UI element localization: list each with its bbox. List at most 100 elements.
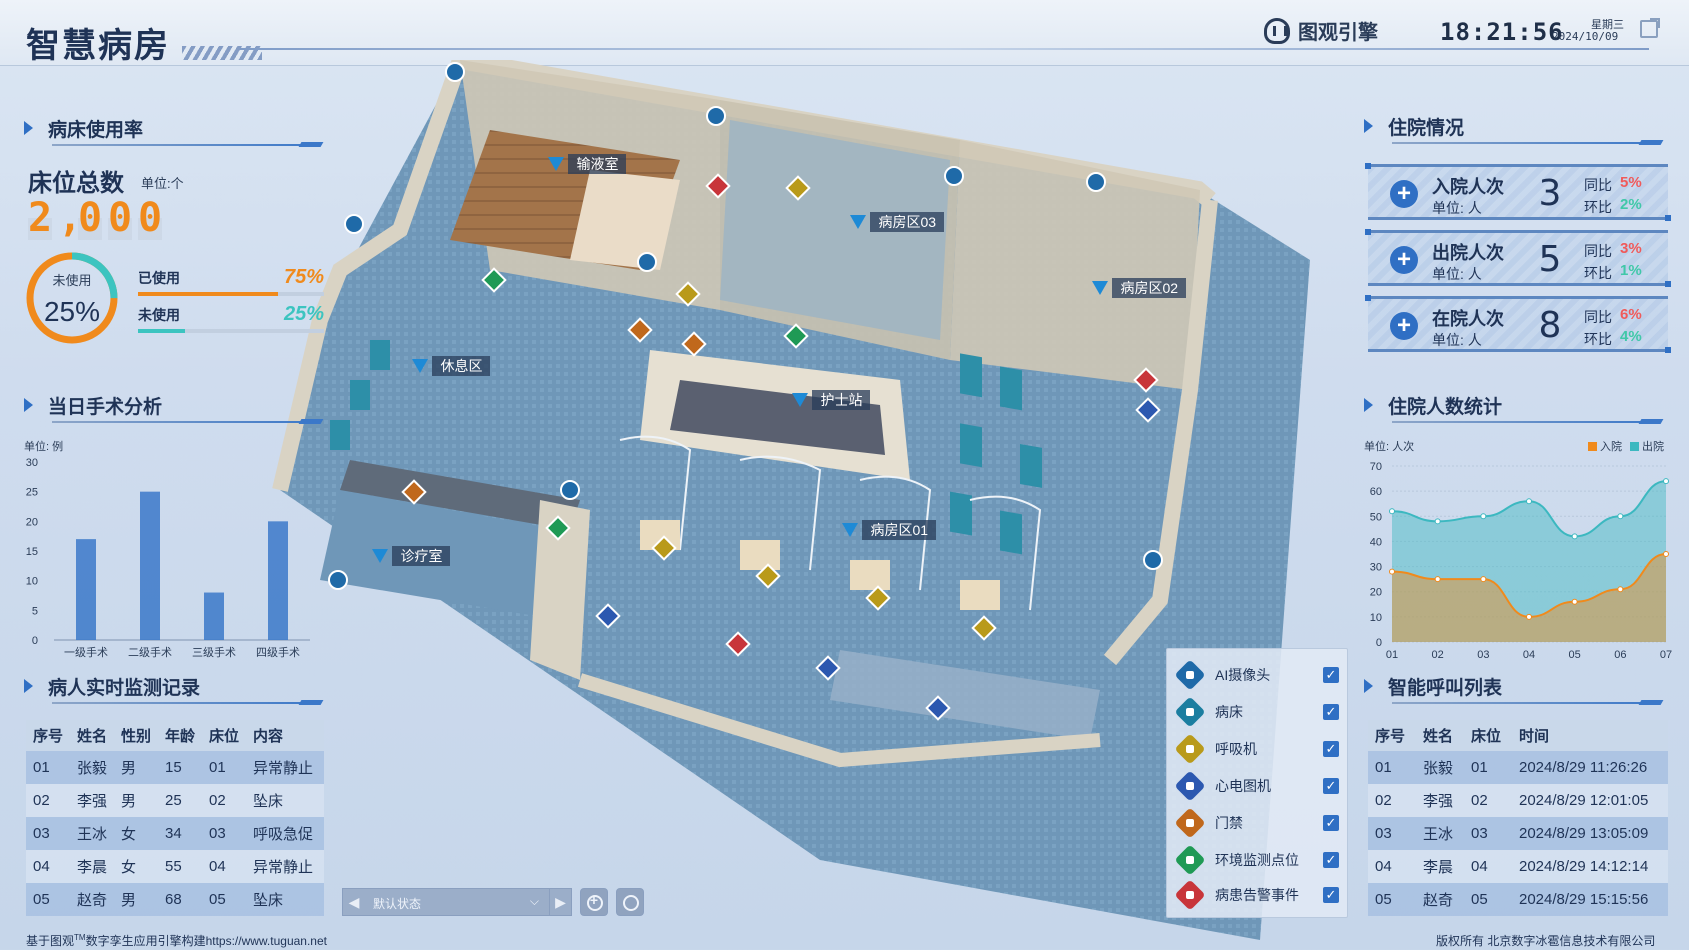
- area-label-clinic-room[interactable]: 诊疗室: [372, 546, 451, 566]
- digit: 0: [78, 195, 103, 241]
- table-row[interactable]: 02 李强 02 2024/8/29 12:01:05: [1368, 784, 1668, 817]
- stat-card-admission: + 入院人次 单位: 人 3 同比 5% 环比 2%: [1365, 163, 1671, 221]
- area-label-nurse-station[interactable]: 护士站: [792, 390, 871, 410]
- section-underline: [52, 702, 318, 704]
- chevron-right-icon: [1364, 396, 1376, 414]
- cell: 男: [114, 784, 158, 817]
- area-label-infusion[interactable]: 输液室: [548, 154, 627, 174]
- legend-checkbox[interactable]: ✓: [1323, 815, 1339, 831]
- table-row[interactable]: 04 李晨女 55 04 异常静止: [26, 850, 324, 883]
- table-header-row: 序号 姓名 性别 年龄 床位 内容: [26, 720, 324, 751]
- ecg-icon: [1174, 770, 1206, 802]
- mom-value: 4%: [1620, 328, 1642, 345]
- section-header-hospitalization: 住院情况: [1364, 111, 1464, 141]
- table-row[interactable]: 01 张毅 01 2024/8/29 11:26:26: [1368, 751, 1668, 784]
- cell: 2024/8/29 12:01:05: [1512, 784, 1668, 817]
- mom-label: 环比: [1584, 199, 1612, 215]
- x-tick-label: 二级手术: [128, 645, 172, 659]
- y-tick-label: 20: [1370, 587, 1382, 599]
- table-row[interactable]: 02 李强男 25 02 坠床: [26, 784, 324, 817]
- y-tick-label: 40: [1370, 536, 1382, 548]
- table-row[interactable]: 03 王冰 03 2024/8/29 13:05:09: [1368, 817, 1668, 850]
- area-label-ward-02[interactable]: 病房区02: [1092, 278, 1187, 298]
- cell: 05: [202, 883, 246, 916]
- area-label-rest-area[interactable]: 休息区: [412, 356, 491, 376]
- legend-item-ecg[interactable]: 心电图机 ✓: [1174, 770, 1339, 802]
- yoy-label: 同比: [1584, 177, 1612, 193]
- chevron-right-icon[interactable]: ▶: [549, 889, 571, 915]
- app-title: 智慧病房: [26, 27, 170, 65]
- legend-item-bed[interactable]: 病床 ✓: [1174, 696, 1339, 728]
- cell: 03: [26, 817, 70, 850]
- legend-checkbox[interactable]: ✓: [1323, 704, 1339, 720]
- cell: 01: [1368, 751, 1416, 784]
- ward-3d-scene[interactable]: [260, 51, 1320, 950]
- section-title: 住院人数统计: [1388, 396, 1503, 418]
- table-row[interactable]: 03 王冰女 34 03 呼吸急促: [26, 817, 324, 850]
- table-row[interactable]: 05 赵奇男 68 05 坠床: [26, 883, 324, 916]
- exit-fullscreen-icon[interactable]: [1640, 18, 1660, 38]
- cell: 男: [114, 883, 158, 916]
- data-point: [1617, 586, 1624, 593]
- legend-checkbox[interactable]: ✓: [1323, 778, 1339, 794]
- y-tick-label: 0: [1376, 637, 1382, 649]
- legend-item-ventilator[interactable]: 呼吸机 ✓: [1174, 733, 1339, 765]
- legend-item-camera[interactable]: AI摄像头 ✓: [1174, 659, 1339, 691]
- col-header: 内容: [246, 720, 324, 751]
- header-bar: 智慧病房 图观引擎 18:21:56 星期三 2024/10/09: [0, 0, 1689, 66]
- ring-value: 25%: [43, 296, 101, 327]
- legend-item-environment[interactable]: 环境监测点位 ✓: [1174, 844, 1339, 876]
- chevron-down-icon[interactable]: ⌵: [530, 894, 539, 909]
- legend-label: 心电图机: [1215, 778, 1271, 794]
- cell: 李晨: [1416, 850, 1464, 883]
- legend-checkbox[interactable]: ✓: [1323, 741, 1339, 757]
- plus-icon: +: [1390, 180, 1418, 208]
- cell: 赵奇: [1416, 883, 1464, 916]
- x-tick-label: 01: [1386, 649, 1398, 661]
- legend-swatch: [1630, 442, 1639, 451]
- chevron-left-icon[interactable]: ◀: [343, 889, 365, 915]
- stat-count: 5: [1538, 239, 1562, 280]
- reset-view-button[interactable]: [616, 888, 644, 916]
- footer-credit-link[interactable]: 数字孪生应用引擎构建https://www.tuguan.net: [86, 934, 327, 948]
- mom-label: 环比: [1584, 331, 1612, 347]
- area-label-text: 病房区03: [870, 212, 945, 232]
- chevron-right-icon: [24, 119, 36, 137]
- view-state-selector[interactable]: ◀ 默认状态 ⌵ ▶: [342, 888, 572, 916]
- location-pin-icon: [412, 359, 428, 373]
- table-row[interactable]: 04 李晨 04 2024/8/29 14:12:14: [1368, 850, 1668, 883]
- cell: 李强: [70, 784, 114, 817]
- table-row[interactable]: 05 赵奇 05 2024/8/29 15:15:56: [1368, 883, 1668, 916]
- ventilator-icon: [1174, 733, 1206, 765]
- environment-sensor-icon: [1174, 844, 1206, 876]
- cell: 05: [26, 883, 70, 916]
- legend-label: 门禁: [1215, 815, 1243, 831]
- chevron-right-icon: [1364, 677, 1376, 695]
- data-point: [1526, 498, 1532, 505]
- inpatient-area-chart: 单位: 人次 0 10 20 30 40 50 60 70 01 02 03 04 05 06 07 入院 出院: [1364, 439, 1672, 661]
- yoy-value: 6%: [1620, 306, 1642, 323]
- legend-checkbox[interactable]: ✓: [1323, 887, 1339, 903]
- data-point: [1389, 508, 1395, 515]
- area-label-ward-03[interactable]: 病房区03: [850, 212, 945, 232]
- mom-value: 2%: [1620, 196, 1642, 213]
- brand-name: 图观引擎: [1298, 22, 1378, 44]
- legend-checkbox[interactable]: ✓: [1323, 667, 1339, 683]
- area-label-ward-01[interactable]: 病房区01: [842, 520, 937, 540]
- table-row[interactable]: 01 张毅男 15 01 异常静止: [26, 751, 324, 784]
- y-tick-label: 5: [32, 605, 38, 617]
- legend-item-door-access[interactable]: 门禁 ✓: [1174, 807, 1339, 839]
- location-pin-icon: [792, 393, 808, 407]
- data-point: [1389, 568, 1395, 575]
- col-header: 年龄: [158, 720, 202, 751]
- chart-unit: 单位: 人次: [1364, 439, 1414, 453]
- locate-button[interactable]: [580, 888, 608, 916]
- cell: 25: [158, 784, 202, 817]
- ring-label: 未使用: [52, 273, 92, 288]
- legend-item-alarm[interactable]: 病患告警事件 ✓: [1174, 879, 1339, 911]
- y-tick-label: 0: [32, 635, 38, 647]
- brand-logo-icon: [1264, 17, 1290, 44]
- legend-checkbox[interactable]: ✓: [1323, 852, 1339, 868]
- col-header: 时间: [1512, 720, 1668, 751]
- legend-label: 出院: [1642, 439, 1664, 453]
